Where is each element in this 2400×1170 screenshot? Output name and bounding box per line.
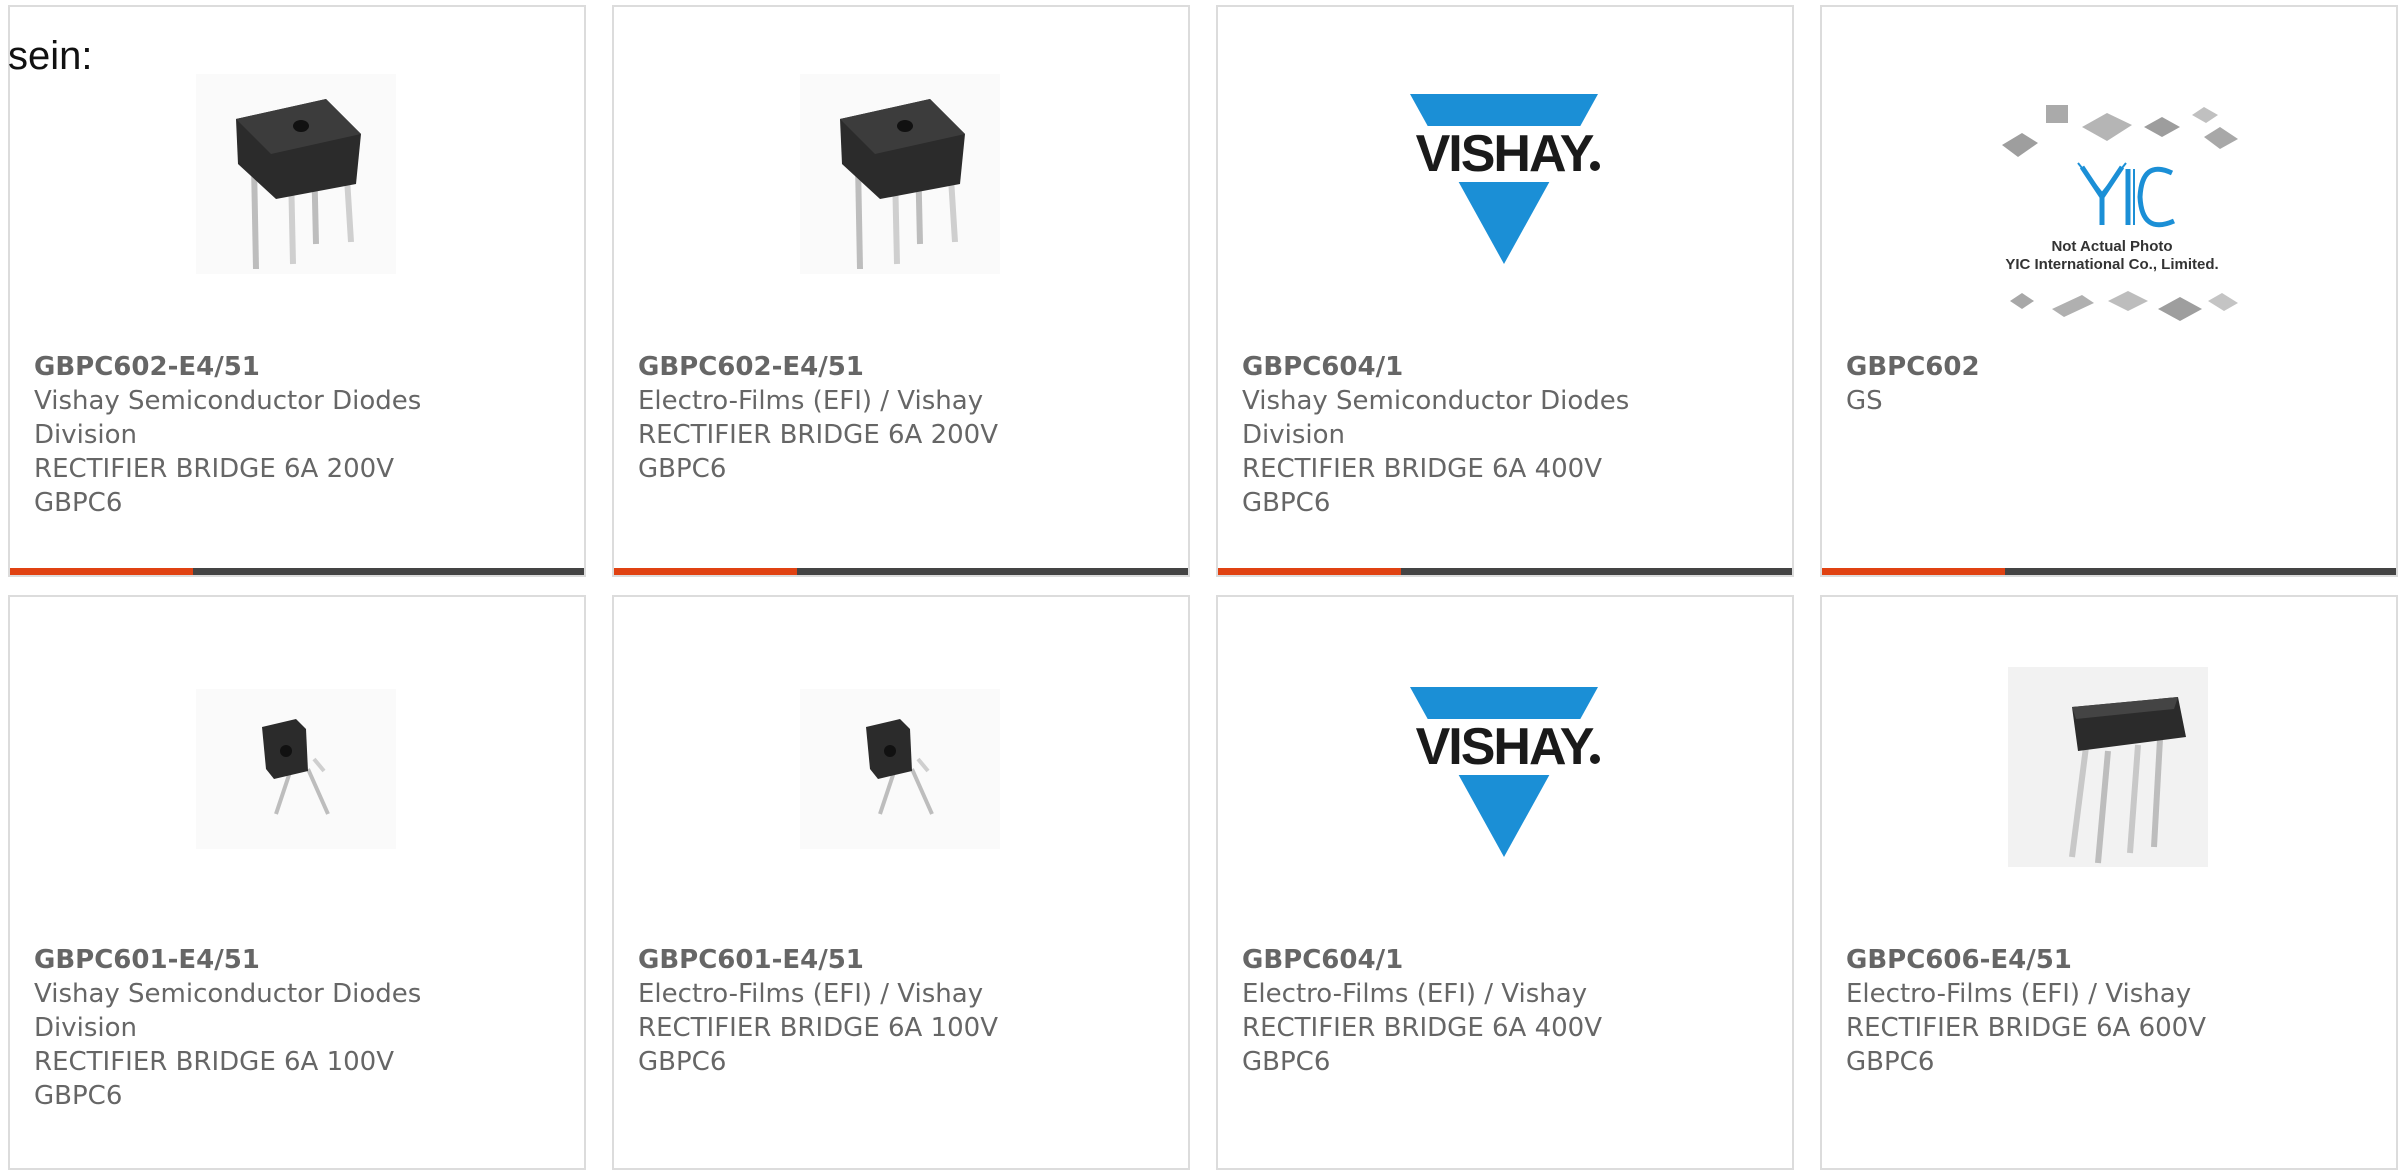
product-card[interactable]: VISHAY GBPC604/1 Vishay Semiconductor Di… <box>1216 5 1794 577</box>
accent-bar <box>1218 568 1401 575</box>
description: RECTIFIER BRIDGE 6A 400V <box>1242 454 1603 484</box>
bridge-rectifier-image <box>196 689 396 849</box>
product-image[interactable]: VISHAY <box>1404 74 1604 274</box>
package: GBPC6 <box>34 488 123 518</box>
card-bottom-bar <box>10 568 584 575</box>
accent-bar <box>614 568 797 575</box>
vishay-logo-icon: VISHAY <box>1404 94 1604 264</box>
part-number[interactable]: GBPC604/1 <box>1242 350 1662 384</box>
bridge-rectifier-image <box>800 74 1000 274</box>
product-card[interactable]: GBPC602-E4/51 Electro-Films (EFI) / Vish… <box>612 5 1190 577</box>
svg-text:YIC International Co., Limited: YIC International Co., Limited. <box>2005 256 2218 273</box>
product-image[interactable] <box>2008 667 2208 867</box>
description: RECTIFIER BRIDGE 6A 100V <box>34 1047 395 1077</box>
product-card[interactable]: GBPC606-E4/51 Electro-Films (EFI) / Vish… <box>1820 595 2398 1170</box>
description: RECTIFIER BRIDGE 6A 600V <box>1846 1013 2207 1043</box>
accent-bar <box>10 568 193 575</box>
part-number[interactable]: GBPC601-E4/51 <box>34 943 454 977</box>
manufacturer: Electro-Films (EFI) / Vishay <box>638 979 984 1009</box>
part-number[interactable]: GBPC602 <box>1846 350 2266 384</box>
part-number[interactable]: GBPC602-E4/51 <box>638 350 1058 384</box>
not-actual-photo-icon: Not Actual Photo YIC International Co., … <box>2002 105 2238 321</box>
product-image[interactable] <box>196 74 396 274</box>
part-number[interactable]: GBPC604/1 <box>1242 943 1662 977</box>
part-number[interactable]: GBPC602-E4/51 <box>34 350 454 384</box>
description: RECTIFIER BRIDGE 6A 200V <box>638 420 999 450</box>
product-image[interactable] <box>800 74 1000 274</box>
part-number[interactable]: GBPC606-E4/51 <box>1846 943 2266 977</box>
manufacturer-cont: Division <box>1242 420 1346 450</box>
accent-bar <box>1822 568 2005 575</box>
package: GBPC6 <box>1242 1047 1331 1077</box>
manufacturer: Vishay Semiconductor Diodes <box>34 979 422 1009</box>
manufacturer-cont: Division <box>34 420 138 450</box>
manufacturer: Vishay Semiconductor Diodes <box>1242 386 1630 416</box>
package: GBPC6 <box>638 1047 727 1077</box>
product-card[interactable]: GBPC601-E4/51 Vishay Semiconductor Diode… <box>8 595 586 1170</box>
card-bottom-bar <box>614 568 1188 575</box>
bridge-rectifier-image <box>196 74 396 274</box>
package: GBPC6 <box>34 1081 123 1111</box>
manufacturer: Vishay Semiconductor Diodes <box>34 386 422 416</box>
svg-text:VISHAY: VISHAY <box>1416 718 1594 776</box>
svg-text:VISHAY: VISHAY <box>1416 125 1594 183</box>
product-card[interactable]: GBPC601-E4/51 Electro-Films (EFI) / Vish… <box>612 595 1190 1170</box>
product-image[interactable] <box>196 689 396 889</box>
package: GBPC6 <box>638 454 727 484</box>
vishay-logo-icon: VISHAY <box>1404 687 1604 857</box>
manufacturer: Electro-Films (EFI) / Vishay <box>1846 979 2192 1009</box>
product-card[interactable]: VISHAY GBPC604/1 Electro-Films (EFI) / V… <box>1216 595 1794 1170</box>
svg-text:Not Actual Photo: Not Actual Photo <box>2051 238 2172 255</box>
part-number[interactable]: GBPC601-E4/51 <box>638 943 1058 977</box>
manufacturer: Electro-Films (EFI) / Vishay <box>1242 979 1588 1009</box>
package: GBPC6 <box>1242 488 1331 518</box>
description: RECTIFIER BRIDGE 6A 400V <box>1242 1013 1603 1043</box>
card-bottom-bar <box>1822 568 2396 575</box>
manufacturer-cont: Division <box>34 1013 138 1043</box>
product-image[interactable]: VISHAY <box>1404 667 1604 867</box>
product-image[interactable]: Not Actual Photo YIC International Co., … <box>1982 97 2242 337</box>
manufacturer: Electro-Films (EFI) / Vishay <box>638 386 984 416</box>
package: GBPC6 <box>1846 1047 1935 1077</box>
product-card[interactable]: GBPC602-E4/51 Vishay Semiconductor Diode… <box>8 5 586 577</box>
manufacturer: GS <box>1846 386 1883 416</box>
description: RECTIFIER BRIDGE 6A 100V <box>638 1013 999 1043</box>
intro-text: sein: <box>8 34 93 78</box>
bridge-rectifier-image <box>2008 667 2208 867</box>
product-image[interactable] <box>800 689 1000 889</box>
card-bottom-bar <box>1218 568 1792 575</box>
bridge-rectifier-image <box>800 689 1000 849</box>
product-card[interactable]: Not Actual Photo YIC International Co., … <box>1820 5 2398 577</box>
description: RECTIFIER BRIDGE 6A 200V <box>34 454 395 484</box>
